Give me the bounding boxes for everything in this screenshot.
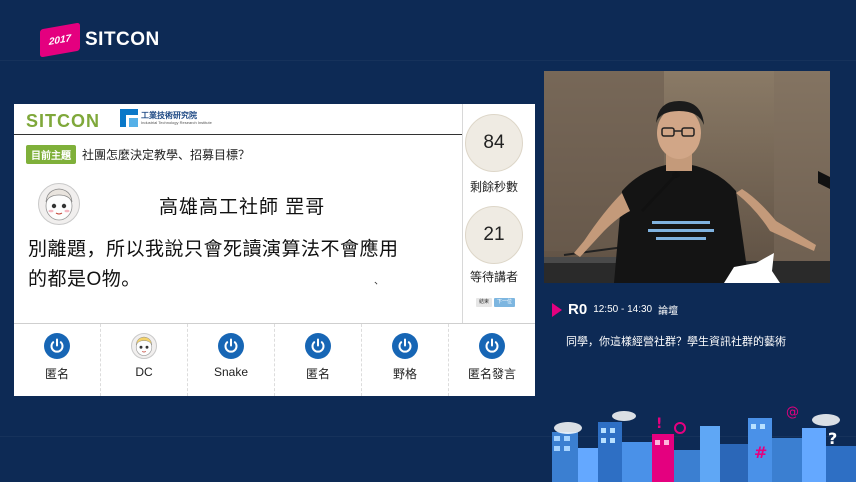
conference-logo: 2017 SITCON <box>40 22 160 58</box>
session-info: R0 12:50 - 14:30 論壇 <box>552 301 678 318</box>
queue-item[interactable]: 野格 <box>362 324 449 396</box>
background-stripe <box>0 60 856 61</box>
queue-item[interactable]: DC <box>101 324 188 396</box>
message-line: 的都是O物。 <box>28 269 141 290</box>
session-time: 12:50 - 14:30 <box>593 304 653 315</box>
queue-item-name: 野格 <box>392 367 417 381</box>
queue-item-name: Snake <box>213 365 249 379</box>
svg-text:#: # <box>754 443 767 462</box>
play-icon <box>552 302 562 317</box>
control-buttons: 結束 下一位 <box>476 298 516 307</box>
city-illustration: ! @ ? # <box>538 398 856 482</box>
stats-column: 84 剩餘秒數 21 等待講者 結束 下一位 <box>462 104 535 324</box>
power-icon <box>44 333 70 359</box>
panel-header: SITCON 工業技術研究院 Industrial Technology Res… <box>14 104 462 140</box>
speaker-video <box>544 71 830 283</box>
stray-mark: 、 <box>374 276 384 287</box>
session-type: 論壇 <box>658 306 679 317</box>
conference-name: SITCON <box>85 29 160 50</box>
header-divider <box>14 134 462 135</box>
queue-item[interactable]: 匿名 <box>14 324 101 396</box>
partner-name-en: Industrial Technology Research Institute <box>141 119 212 125</box>
queue-item-name: DC <box>135 365 153 379</box>
queue-item-name: 匿名發言 <box>467 367 516 381</box>
session-title: 同學，你這樣經營社群？學生資訊社群的藝術 <box>566 336 786 348</box>
topic-text: 社團怎麼決定教學、招募目標？ <box>82 148 251 162</box>
topic-badge: 目前主題 <box>26 145 76 164</box>
doll-avatar-icon <box>131 333 157 359</box>
waiting-speakers-counter: 21 <box>465 206 523 264</box>
partner-name-cn: 工業技術研究院 <box>141 110 197 120</box>
power-icon <box>479 333 505 359</box>
doll-avatar-icon <box>38 183 80 225</box>
end-button[interactable]: 結束 <box>476 298 493 307</box>
sitcon-logo: SITCON <box>26 111 101 131</box>
speaker-queue: 匿名 DC Snake 匿名 野格 匿名發言 <box>14 324 535 396</box>
queue-item[interactable]: 匿名 <box>275 324 362 396</box>
waiting-speakers-label: 等待講者 <box>469 270 518 284</box>
discussion-panel: SITCON 工業技術研究院 Industrial Technology Res… <box>14 104 535 396</box>
svg-text:!: ! <box>656 416 662 432</box>
queue-item[interactable]: 匿名發言 <box>449 324 535 396</box>
current-speaker-name: 高雄高工社師 罡哥 <box>159 197 326 218</box>
seconds-left-counter: 84 <box>465 114 523 172</box>
power-icon <box>392 333 418 359</box>
seconds-left-label: 剩餘秒數 <box>469 180 518 194</box>
itri-logo-icon <box>120 109 138 127</box>
queue-item-name: 匿名 <box>44 367 69 381</box>
power-icon <box>218 333 244 359</box>
svg-text:?: ? <box>828 429 837 448</box>
queue-item[interactable]: Snake <box>188 324 275 396</box>
room-label: R0 <box>568 301 588 318</box>
message-line: 別離題，所以我說只會死讀演算法不會應用 <box>28 239 399 260</box>
next-speaker-button[interactable]: 下一位 <box>494 298 516 307</box>
current-topic: 目前主題 社團怎麼決定教學、招募目標？ <box>26 145 250 164</box>
power-icon <box>305 333 331 359</box>
slide-stage: 2017 SITCON SITCON 工業技術研究院 Industrial Te… <box>0 0 856 482</box>
svg-text:@: @ <box>786 405 799 420</box>
queue-item-name: 匿名 <box>305 367 330 381</box>
year-badge: 2017 <box>40 22 80 58</box>
partner-logo: 工業技術研究院 Industrial Technology Research I… <box>120 109 212 127</box>
